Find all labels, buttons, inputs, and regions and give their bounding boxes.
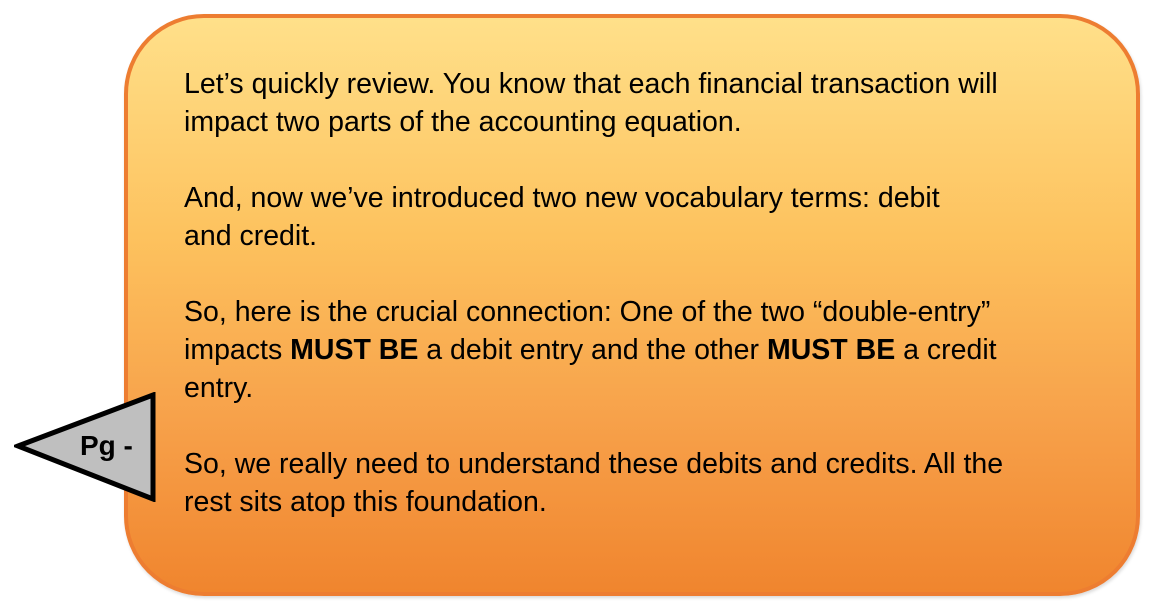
- text-line: impacts MUST BE a debit entry and the ot…: [184, 331, 1104, 369]
- text-line: entry.: [184, 372, 254, 404]
- paragraph-review: Let’s quickly review. You know that each…: [184, 65, 1104, 141]
- callout-box: Let’s quickly review. You know that each…: [124, 14, 1140, 596]
- page-number-label: Pg -: [80, 430, 133, 461]
- page-tab: Pg -: [14, 392, 156, 502]
- text-fragment: a debit entry and the other: [418, 334, 767, 366]
- paragraph-vocabulary: And, now we’ve introduced two new vocabu…: [184, 179, 1104, 255]
- paragraph-foundation: So, we really need to understand these d…: [184, 445, 1104, 521]
- text-line: impact two parts of the accounting equat…: [184, 106, 742, 138]
- text-line: So, here is the crucial connection: One …: [184, 296, 991, 328]
- text-line: and credit.: [184, 220, 318, 252]
- callout-text: Let’s quickly review. You know that each…: [184, 65, 1104, 521]
- emphasis-text: MUST BE: [290, 334, 419, 366]
- text-line: So, we really need to understand these d…: [184, 448, 1004, 480]
- text-line: And, now we’ve introduced two new vocabu…: [184, 182, 940, 214]
- text-fragment: impacts: [184, 334, 291, 366]
- paragraph-connection: So, here is the crucial connection: One …: [184, 293, 1104, 407]
- text-line: rest sits atop this foundation.: [184, 486, 547, 518]
- text-fragment: a credit: [895, 334, 997, 366]
- text-line: Let’s quickly review. You know that each…: [184, 68, 998, 100]
- emphasis-text: MUST BE: [766, 334, 896, 366]
